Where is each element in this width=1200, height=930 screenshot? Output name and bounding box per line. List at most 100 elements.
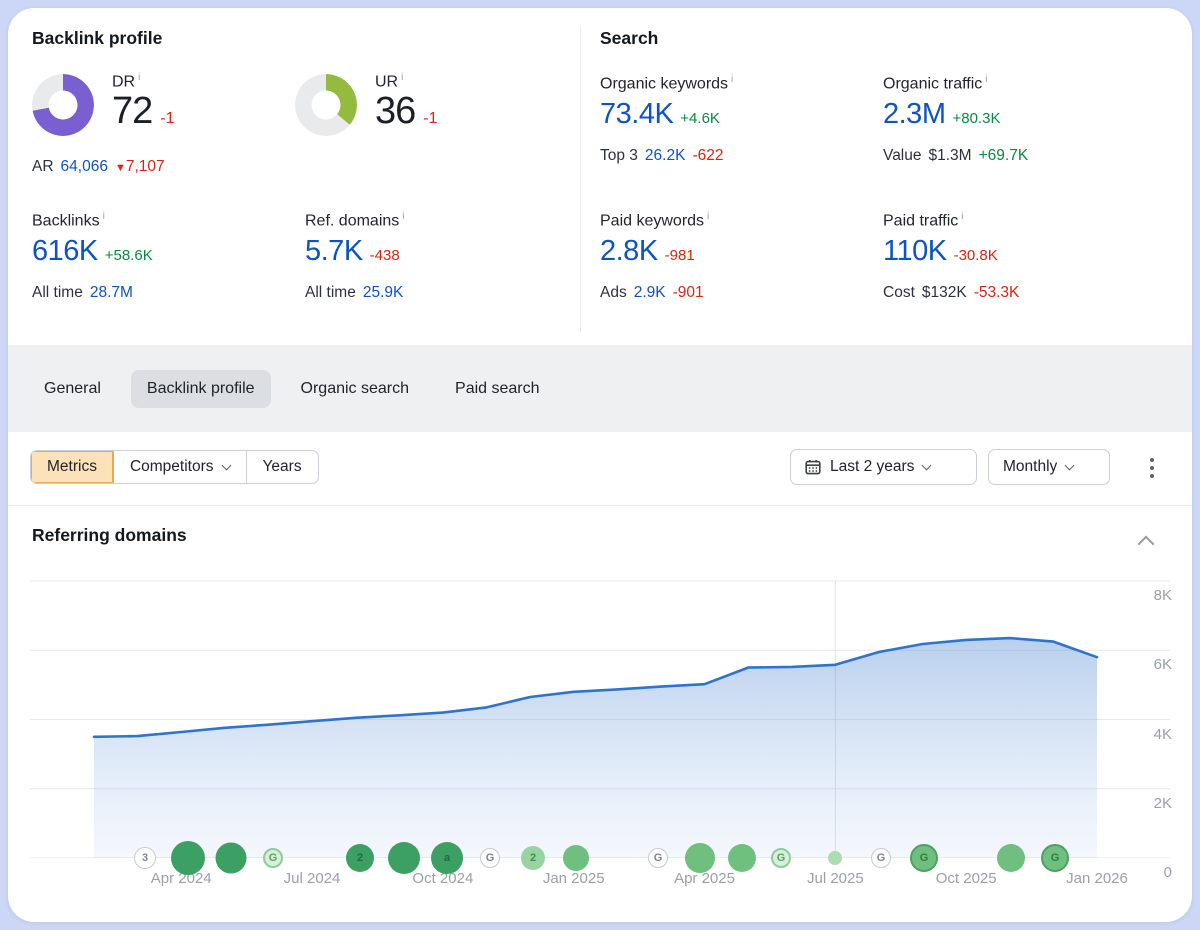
ref-domains-value[interactable]: 5.7K (305, 234, 363, 268)
event-marker-g[interactable]: G (1041, 844, 1069, 872)
event-marker-a[interactable]: a (431, 842, 463, 874)
y-tick-label: 0 (1164, 864, 1172, 881)
event-marker[interactable] (216, 843, 247, 874)
cost-delta: -53.3K (974, 284, 1020, 301)
backlinks-label: Backlinks (32, 212, 100, 229)
y-tick-label: 2K (1154, 795, 1172, 812)
ar-label: AR (32, 158, 54, 175)
event-marker[interactable] (563, 845, 589, 871)
event-marker-2[interactable]: 2 (521, 846, 545, 870)
more-options-button[interactable] (1143, 458, 1161, 478)
x-tick-label: Apr 2025 (674, 870, 735, 887)
event-marker-g[interactable]: G (648, 848, 668, 868)
organic-keywords-delta: +4.6K (680, 110, 720, 127)
organic-keywords-value[interactable]: 73.4K (600, 97, 673, 131)
ur-donut-chart (295, 74, 357, 136)
organic-traffic-delta: +80.3K (952, 110, 1000, 127)
down-triangle-icon: ▼ (115, 162, 126, 174)
top3-delta: -622 (692, 147, 723, 164)
search-heading: Search (600, 28, 658, 49)
event-marker-2[interactable]: 2 (346, 844, 374, 872)
view-segmented-control: Metrics Competitors Years (30, 450, 319, 484)
ads-value[interactable]: 2.9K (634, 284, 666, 301)
info-icon[interactable]: i (402, 211, 404, 222)
x-tick-label: Jan 2026 (1066, 870, 1128, 887)
cost-label: Cost (883, 284, 915, 301)
organic-traffic-value[interactable]: 2.3M (883, 97, 945, 131)
event-marker-g[interactable]: G (263, 848, 283, 868)
info-icon[interactable]: i (985, 74, 987, 85)
years-segment[interactable]: Years (247, 451, 318, 483)
ur-stat: URi 36 -1 (375, 72, 438, 131)
backlinks-delta: +58.6K (105, 247, 153, 264)
backlinks-stat: Backlinksi 616K +58.6K All time28.7M (32, 211, 153, 302)
backlinks-value[interactable]: 616K (32, 234, 98, 268)
ref-domains-sub-value[interactable]: 25.9K (363, 284, 404, 301)
date-range-button[interactable]: Last 2 years (790, 449, 977, 485)
value-amount: $1.3M (929, 147, 972, 164)
tab-paid-search[interactable]: Paid search (439, 370, 556, 408)
organic-traffic-label: Organic traffic (883, 75, 982, 92)
info-icon[interactable]: i (707, 211, 709, 222)
ar-delta: ▼7,107 (115, 158, 172, 175)
granularity-button[interactable]: Monthly (988, 449, 1110, 485)
event-marker[interactable] (997, 844, 1025, 872)
event-marker[interactable] (685, 843, 715, 873)
dr-delta: -1 (160, 110, 174, 128)
tab-organic-search[interactable]: Organic search (285, 370, 426, 408)
paid-keywords-value[interactable]: 2.8K (600, 234, 658, 268)
collapse-chart-icon[interactable] (1138, 536, 1155, 553)
backlinks-sub-value[interactable]: 28.7M (90, 284, 133, 301)
value-delta: +69.7K (979, 147, 1029, 164)
event-marker[interactable] (728, 844, 756, 872)
referring-domains-chart[interactable] (30, 578, 1170, 858)
event-marker-g[interactable]: G (480, 848, 500, 868)
organic-traffic-stat: Organic traffici 2.3M +80.3K Value $1.3M +… (883, 74, 1035, 165)
ar-row: AR 64,066 ▼7,107 (32, 158, 179, 176)
ads-label: Ads (600, 284, 627, 301)
event-marker[interactable] (828, 851, 842, 865)
event-marker[interactable] (171, 841, 205, 875)
tab-bar: General Backlink profile Organic search … (8, 345, 1192, 432)
event-marker-g[interactable]: G (771, 848, 791, 868)
x-tick-label: Jan 2025 (543, 870, 605, 887)
ref-domains-label: Ref. domains (305, 212, 399, 229)
event-marker-3[interactable]: 3 (134, 847, 156, 869)
metrics-segment[interactable]: Metrics (31, 451, 114, 483)
info-icon[interactable]: i (103, 211, 105, 222)
ar-value[interactable]: 64,066 (61, 158, 108, 175)
paid-keywords-stat: Paid keywordsi 2.8K -981 Ads 2.9K -901 (600, 211, 711, 302)
calendar-icon (805, 459, 821, 475)
info-icon[interactable]: i (961, 211, 963, 222)
y-tick-label: 4K (1154, 726, 1172, 743)
tab-backlink-profile[interactable]: Backlink profile (131, 370, 271, 408)
ref-domains-sub-label: All time (305, 284, 356, 301)
dr-donut-chart (32, 74, 94, 136)
event-marker[interactable] (388, 842, 420, 874)
x-tick-label: Oct 2025 (936, 870, 997, 887)
x-tick-label: Jul 2024 (284, 870, 341, 887)
ur-value: 36 (375, 91, 415, 131)
organic-keywords-label: Organic keywords (600, 75, 728, 92)
competitors-segment[interactable]: Competitors (114, 451, 247, 483)
event-marker-g[interactable]: G (871, 848, 891, 868)
event-marker-g[interactable]: G (910, 844, 938, 872)
backlink-profile-heading: Backlink profile (32, 28, 162, 49)
paid-keywords-delta: -981 (665, 247, 695, 264)
paid-keywords-label: Paid keywords (600, 212, 704, 229)
info-icon[interactable]: i (731, 74, 733, 85)
paid-traffic-label: Paid traffic (883, 212, 958, 229)
dr-value: 72 (112, 91, 152, 131)
y-tick-label: 6K (1154, 656, 1172, 673)
x-tick-label: Jul 2025 (807, 870, 864, 887)
ref-domains-delta: -438 (370, 247, 400, 264)
value-label: Value (883, 147, 922, 164)
info-icon[interactable]: i (138, 72, 140, 83)
tab-general[interactable]: General (28, 370, 117, 408)
top3-value[interactable]: 26.2K (645, 147, 686, 164)
chevron-down-icon (221, 460, 231, 470)
paid-traffic-value[interactable]: 110K (883, 234, 947, 268)
ads-delta: -901 (673, 284, 704, 301)
info-icon[interactable]: i (401, 72, 403, 83)
ur-delta: -1 (423, 110, 437, 128)
